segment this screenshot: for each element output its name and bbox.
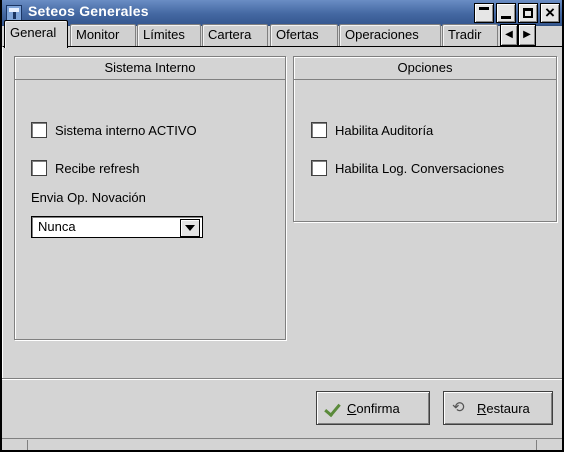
minimize-icon [479, 7, 489, 10]
checkbox-label: Habilita Auditoría [335, 122, 434, 138]
recibe-refresh-checkbox[interactable]: Recibe refresh [31, 159, 140, 177]
tab-scroll-left-button[interactable]: ◀ [500, 24, 518, 46]
tab-general[interactable]: General [4, 20, 68, 48]
novacion-label: Envia Op. Novación [31, 190, 146, 205]
tab-label: Cartera [208, 27, 252, 42]
chevron-down-icon[interactable] [180, 219, 200, 237]
checkbox-label: Recibe refresh [55, 160, 140, 176]
group-title: Opciones [294, 57, 556, 80]
tab-label: Operaciones [345, 27, 419, 42]
tab-label: Monitor [76, 27, 120, 42]
checkbox-label: Habilita Log. Conversaciones [335, 160, 505, 176]
confirma-button[interactable]: Confirma [316, 391, 430, 425]
sistema-interno-activo-checkbox[interactable]: Sistema interno ACTIVO [31, 121, 197, 139]
checkbox-box[interactable] [311, 160, 327, 176]
iconify-button[interactable] [496, 3, 516, 23]
checkbox-box[interactable] [31, 122, 47, 138]
tab-cartera[interactable]: Cartera [202, 24, 268, 46]
tab-limites[interactable]: Límites [137, 24, 201, 46]
maximize-icon [523, 8, 533, 18]
tab-operaciones[interactable]: Operaciones [339, 24, 441, 46]
divider [2, 378, 562, 380]
mnemonic: R [477, 400, 487, 416]
window-title: Seteos Generales [28, 3, 149, 19]
opciones-group: Opciones [293, 56, 557, 222]
check-icon [325, 399, 343, 417]
tab-label: Límites [143, 27, 185, 42]
button-label: estaura [486, 400, 530, 416]
arrow-left-icon: ◀ [505, 29, 513, 40]
tab-label: Ofertas [276, 27, 319, 42]
resize-corner-right[interactable] [536, 440, 562, 450]
group-title: Sistema Interno [15, 57, 285, 80]
arrow-right-icon: ▶ [523, 29, 531, 40]
tab-trading[interactable]: Tradir [442, 24, 498, 46]
iconify-icon [501, 16, 511, 19]
resize-border[interactable] [2, 438, 562, 450]
close-icon: × [545, 3, 555, 22]
checkbox-box[interactable] [31, 160, 47, 176]
button-label: onfirma [356, 400, 400, 416]
novacion-select-value: Nunca [38, 219, 76, 234]
close-button[interactable]: × [540, 3, 560, 23]
habilita-log-conversaciones-checkbox[interactable]: Habilita Log. Conversaciones [311, 159, 504, 177]
tab-label: Tradir [448, 27, 482, 42]
maximize-button[interactable] [518, 3, 538, 23]
refresh-icon: ⟲ [452, 399, 465, 416]
tab-ofertas[interactable]: Ofertas [270, 24, 338, 46]
mnemonic: C [347, 400, 357, 416]
checkbox-box[interactable] [311, 122, 327, 138]
novacion-select[interactable]: Nunca [31, 216, 203, 238]
minimize-button[interactable] [474, 3, 494, 23]
tab-scroll-right-button[interactable]: ▶ [518, 24, 536, 46]
habilita-auditoria-checkbox[interactable]: Habilita Auditoría [311, 121, 433, 139]
tab-monitor[interactable]: Monitor [70, 24, 136, 46]
tab-label: General [10, 25, 57, 40]
checkbox-label: Sistema interno ACTIVO [55, 122, 197, 138]
resize-corner-left[interactable] [2, 440, 28, 450]
app-icon [6, 5, 22, 21]
restaura-button[interactable]: ⟲ Restaura [443, 391, 553, 425]
